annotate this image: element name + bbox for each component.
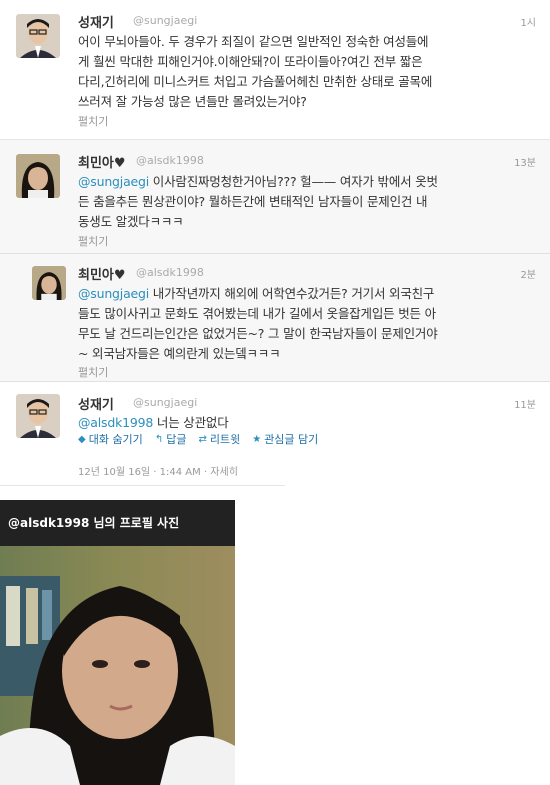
retweet-icon: ⇄ — [198, 433, 207, 445]
photo-caption: @alsdk1998 님의 프로필 사진 — [0, 500, 235, 546]
tweet-1[interactable]: 성재기 @sungjaegi 1시 어이 무뇌아들아. 두 경우가 죄질이 같으… — [0, 0, 550, 140]
action-label: 리트윗 — [209, 433, 241, 446]
expand-link[interactable]: 펼치기 — [78, 233, 108, 249]
hide-conversation-button[interactable]: ◆ 대화 숨기기 — [78, 431, 143, 447]
action-label: 관심글 담기 — [264, 433, 319, 446]
mention-link[interactable]: @alsdk1998 — [78, 415, 153, 430]
tweet-text-segment: 너는 상관없다 — [153, 415, 229, 430]
tweet-text-line: 게 훨씬 막대한 피해인거야.이해안돼?이 또라이들아?여긴 전부 짧은 — [78, 54, 423, 69]
tweet-text-line: 동생도 알겠다ㅋㅋㅋ — [78, 214, 184, 229]
user-handle[interactable]: @alsdk1998 — [136, 266, 204, 279]
mention-link[interactable]: @sungjaegi — [78, 286, 149, 301]
tweet-text: @sungjaegi 이사람진짜멍청한거아님??? 헐—— 여자가 밖에서 옷벗… — [78, 172, 538, 232]
favorite-button[interactable]: ★ 관심글 담기 — [252, 431, 318, 447]
expand-link[interactable]: 펼치기 — [78, 113, 108, 129]
tweet-text-line: 들도 많이사귀고 문화도 겪어봤는데 내가 길에서 옷을잡게입든 벗든 아 — [78, 306, 436, 321]
tweet-text-line: 어이 무뇌아들아. 두 경우가 죄질이 같으면 일반적인 정숙한 여성들에 — [78, 34, 429, 49]
tweet-time[interactable]: 2분 — [520, 266, 536, 281]
avatar[interactable] — [16, 394, 60, 438]
mention-link[interactable]: @sungjaegi — [78, 174, 149, 189]
action-label: 대화 숨기기 — [88, 433, 143, 446]
tweet-text-line: 쓰러져 잘 가능성 많은 년들만 몰려있는거야? — [78, 94, 307, 109]
tweet-text-line: @sungjaegi 이사람진짜멍청한거아님??? 헐—— 여자가 밖에서 옷벗 — [78, 172, 538, 192]
divider — [0, 485, 285, 486]
avatar[interactable] — [16, 154, 60, 198]
tweet-text: @sungjaegi 내가작년까지 해외에 어학연수갔거든? 거기서 외국친구 … — [78, 284, 540, 364]
tweet-time[interactable]: 1시 — [520, 14, 536, 29]
avatar[interactable] — [32, 266, 66, 300]
tweet-time[interactable]: 11분 — [514, 396, 536, 411]
expand-link[interactable]: 펼치기 — [78, 364, 108, 380]
tweet-text-line: ~ 외국남자들은 예의란게 있는뎈ㅋㅋㅋ — [78, 346, 281, 361]
tweet-time[interactable]: 13분 — [514, 154, 536, 169]
tweet-text-segment: 이사람진짜멍청한거아님??? 헐—— 여자가 밖에서 옷벗 — [149, 174, 438, 189]
tweet-text-line: 든 춤을추든 뭔상관이야? 뭘하든간에 변태적인 남자들이 문제인건 내 — [78, 194, 428, 209]
user-handle[interactable]: @sungjaegi — [133, 396, 197, 409]
tweet-text-line: 무도 날 건드리는인간은 없었거든~? 그 말이 한국남자들이 문제인거야 — [78, 326, 438, 341]
tweet-actions: ◆ 대화 숨기기 ↰ 답글 ⇄ 리트윗 ★ 관심글 담기 — [78, 431, 318, 447]
tweet-text: @alsdk1998 너는 상관없다 — [78, 413, 229, 433]
retweet-button[interactable]: ⇄ 리트윗 — [198, 431, 240, 447]
tweet-text-line: @sungjaegi 내가작년까지 해외에 어학연수갔거든? 거기서 외국친구 — [78, 284, 540, 304]
action-label: 답글 — [166, 433, 187, 446]
tweet-3[interactable]: 최민아♥ @alsdk1998 2분 @sungjaegi 내가작년까지 해외에… — [0, 254, 550, 382]
tweet-timestamp-detail[interactable]: 12년 10월 16일 · 1:44 AM · 자세히 — [78, 463, 238, 478]
reply-button[interactable]: ↰ 답글 — [155, 431, 187, 447]
profile-photo[interactable] — [0, 546, 235, 785]
tweet-text-segment: 내가작년까지 해외에 어학연수갔거든? 거기서 외국친구 — [149, 286, 435, 301]
user-name[interactable]: 성재기 — [78, 12, 114, 31]
user-name[interactable]: 성재기 — [78, 394, 114, 413]
tweet-text: 어이 무뇌아들아. 두 경우가 죄질이 같으면 일반적인 정숙한 여성들에 게 … — [78, 32, 538, 112]
user-handle[interactable]: @alsdk1998 — [136, 154, 204, 167]
user-name[interactable]: 최민아♥ — [78, 264, 126, 283]
avatar[interactable] — [16, 14, 60, 58]
user-handle[interactable]: @sungjaegi — [133, 14, 197, 27]
profile-photo-panel: @alsdk1998 님의 프로필 사진 — [0, 500, 235, 785]
speech-icon: ◆ — [78, 433, 86, 445]
reply-icon: ↰ — [154, 433, 164, 445]
tweet-2[interactable]: 최민아♥ @alsdk1998 13분 @sungjaegi 이사람진짜멍청한거… — [0, 140, 550, 254]
star-icon: ★ — [252, 433, 262, 445]
user-name[interactable]: 최민아♥ — [78, 152, 126, 171]
tweet-text-line: 다리,긴허리에 미니스커트 처입고 가슴풀어헤친 만취한 상태로 골목에 — [78, 74, 433, 89]
